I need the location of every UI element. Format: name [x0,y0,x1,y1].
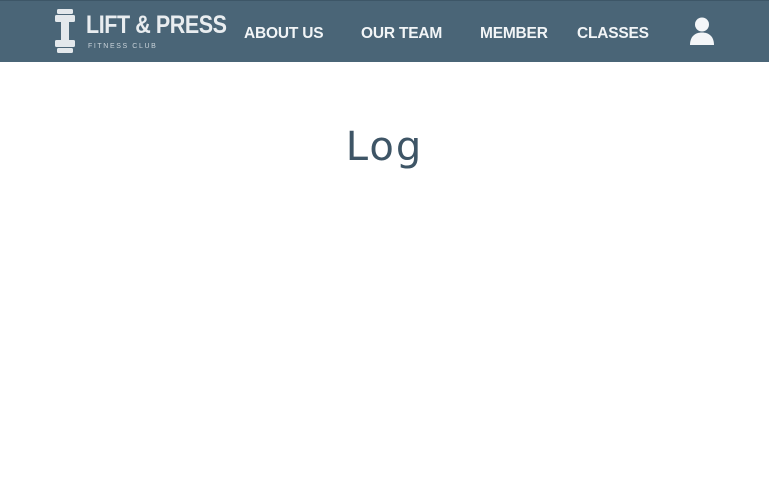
nav-item-member[interactable]: MEMBER [480,25,548,43]
nav-item-classes[interactable]: CLASSES [577,25,649,43]
page-title: Log [345,124,424,170]
brand-title: LIFT & PRESS [86,11,227,39]
nav-item-about-us[interactable]: ABOUT US [244,25,324,43]
page: LIFT & PRESS FITNESS CLUB ABOUT US OUR T… [0,0,769,504]
brand-subtitle: FITNESS CLUB [88,43,158,50]
dumbbell-icon [55,9,75,53]
nav-item-our-team[interactable]: OUR TEAM [361,25,442,43]
brand-logo[interactable]: LIFT & PRESS FITNESS CLUB [52,8,227,56]
top-navbar: LIFT & PRESS FITNESS CLUB ABOUT US OUR T… [0,0,769,62]
user-icon[interactable] [686,14,718,46]
